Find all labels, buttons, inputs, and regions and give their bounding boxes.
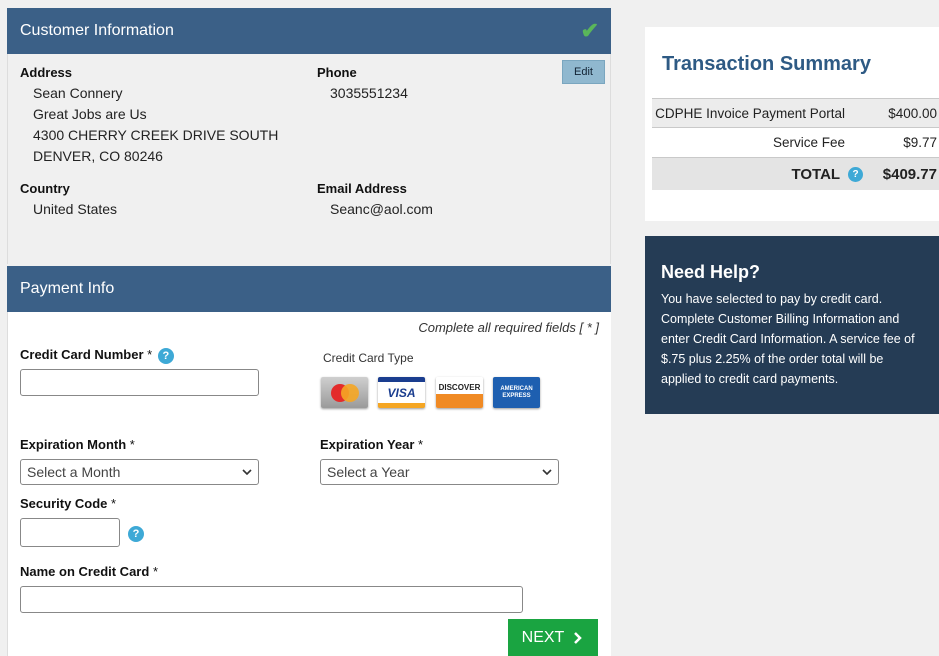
required-fields-note: Complete all required fields [ * ] — [418, 320, 599, 335]
summary-total-label-group: TOTAL ? — [652, 166, 867, 183]
cc-type-label: Credit Card Type — [323, 351, 414, 365]
customer-info-title: Customer Information — [20, 22, 174, 39]
required-star: * — [152, 564, 158, 579]
address-line-name: Sean Connery — [33, 85, 123, 101]
discover-card-label: DISCOVER — [438, 383, 481, 392]
address-block: Address Sean Connery Great Jobs are Us 4… — [20, 62, 278, 167]
country-label: Country — [20, 181, 70, 196]
visa-card-label: VISA — [387, 385, 416, 400]
exp-month-label-group: Expiration Month * — [20, 437, 135, 452]
phone-label: Phone — [317, 65, 357, 80]
country-value: United States — [33, 201, 118, 217]
chevron-down-icon — [542, 469, 552, 475]
chevron-right-icon — [574, 631, 583, 644]
required-star: * — [129, 437, 135, 452]
help-icon[interactable]: ? — [157, 347, 174, 364]
exp-month-value: Select a Month — [27, 464, 121, 480]
exp-year-select[interactable]: Select a Year — [320, 459, 559, 485]
payment-info-header: Payment Info — [7, 266, 611, 312]
customer-info-body: Edit Address Sean Connery Great Jobs are… — [7, 54, 611, 264]
help-icon[interactable]: ? — [848, 167, 863, 183]
exp-year-label: Expiration Year — [320, 437, 415, 452]
mastercard-logo — [330, 383, 359, 402]
summary-row-amount: $9.77 — [903, 135, 937, 150]
cc-number-label-group: Credit Card Number * ? — [20, 347, 174, 364]
email-block: Email Address Seanc@aol.com — [317, 178, 433, 220]
mastercard-icon[interactable] — [321, 377, 368, 408]
required-star: * — [418, 437, 424, 452]
address-label: Address — [20, 65, 73, 80]
address-line-city: DENVER, CO 80246 — [33, 148, 163, 164]
address-line-company: Great Jobs are Us — [33, 106, 147, 122]
summary-row: CDPHE Invoice Payment Portal $400.00 — [652, 98, 939, 128]
exp-month-select[interactable]: Select a Month — [20, 459, 259, 485]
cc-number-input[interactable] — [20, 369, 259, 396]
country-block: Country United States — [20, 178, 117, 220]
phone-value: 3035551234 — [330, 85, 408, 101]
left-column: Customer Information ✔ Edit Address Sean… — [7, 8, 611, 656]
security-code-input[interactable] — [20, 518, 120, 547]
address-line-street: 4300 CHERRY CREEK DRIVE SOUTH — [33, 127, 279, 143]
phone-block: Phone 3035551234 — [317, 62, 408, 104]
email-label: Email Address — [317, 181, 407, 196]
name-on-card-label-group: Name on Credit Card * — [20, 564, 158, 579]
next-button[interactable]: NEXT — [508, 619, 598, 656]
need-help-text: You have selected to pay by credit card.… — [661, 292, 915, 386]
transaction-summary-table: CDPHE Invoice Payment Portal $400.00 Ser… — [652, 98, 939, 190]
discover-icon[interactable]: DISCOVER — [436, 377, 483, 408]
customer-info-header: Customer Information ✔ — [7, 8, 611, 54]
summary-row-desc: CDPHE Invoice Payment Portal — [655, 105, 845, 121]
required-star: * — [111, 496, 117, 511]
summary-total-row: TOTAL ? $409.77 — [652, 158, 939, 190]
summary-total-label: TOTAL — [791, 165, 840, 183]
security-code-label-group: Security Code * — [20, 496, 116, 511]
security-code-label: Security Code — [20, 496, 108, 511]
edit-button[interactable]: Edit — [562, 60, 605, 84]
exp-month-label: Expiration Month — [20, 437, 127, 452]
amex-card-label: AMERICAN EXPRESS — [500, 385, 533, 399]
transaction-summary-title: Transaction Summary — [662, 53, 871, 75]
right-column: Transaction Summary CDPHE Invoice Paymen… — [628, 0, 939, 656]
summary-row-desc: Service Fee — [772, 135, 845, 150]
visa-icon[interactable]: VISA — [378, 377, 425, 408]
help-icon[interactable]: ? — [128, 526, 144, 542]
exp-year-value: Select a Year — [327, 464, 410, 480]
chevron-down-icon — [242, 469, 252, 475]
required-star: * — [147, 347, 153, 362]
email-value: Seanc@aol.com — [330, 201, 433, 217]
cc-number-label: Credit Card Number — [20, 347, 144, 362]
payment-info-title: Payment Info — [20, 280, 115, 297]
summary-total-amount: $409.77 — [882, 165, 937, 183]
need-help-title: Need Help? — [661, 262, 761, 282]
exp-year-label-group: Expiration Year * — [320, 437, 423, 452]
need-help-box: Need Help? You have selected to pay by c… — [645, 236, 939, 414]
payment-info-body: Complete all required fields [ * ] Credi… — [7, 312, 611, 656]
summary-row: Service Fee $9.77 — [652, 128, 939, 158]
checkmark-icon: ✔ — [580, 18, 599, 43]
next-button-label: NEXT — [521, 628, 565, 646]
name-on-card-label: Name on Credit Card — [20, 564, 150, 579]
amex-icon[interactable]: AMERICAN EXPRESS — [493, 377, 540, 408]
name-on-card-input[interactable] — [20, 586, 523, 613]
summary-row-amount: $400.00 — [888, 105, 937, 121]
